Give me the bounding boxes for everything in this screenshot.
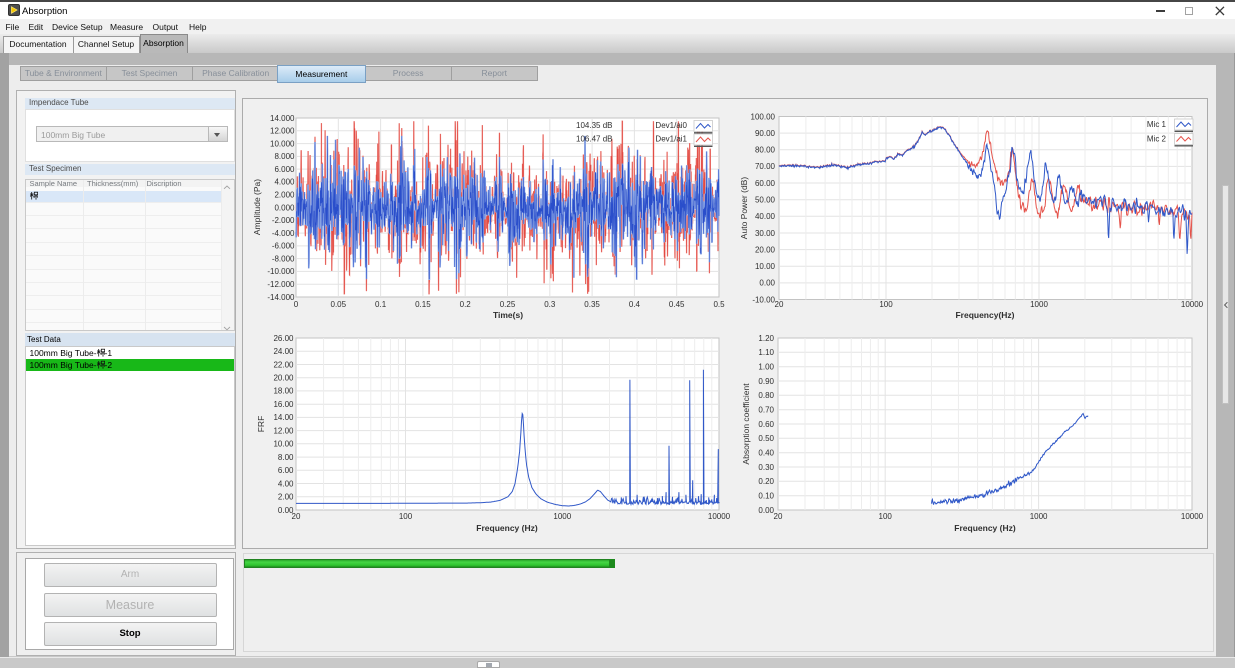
- svg-text:20.00: 20.00: [273, 374, 294, 383]
- svg-text:0.05: 0.05: [331, 300, 347, 309]
- svg-text:4.000: 4.000: [274, 178, 295, 187]
- svg-text:0.35: 0.35: [584, 300, 600, 309]
- svg-text:-10.000: -10.000: [267, 267, 295, 276]
- svg-text:26.00: 26.00: [273, 334, 294, 343]
- svg-text:1000: 1000: [1030, 300, 1048, 309]
- svg-text:0.1: 0.1: [375, 300, 387, 309]
- svg-text:20: 20: [292, 512, 301, 521]
- svg-text:0.00: 0.00: [759, 279, 775, 288]
- svg-text:40.00: 40.00: [755, 212, 776, 221]
- svg-text:70.00: 70.00: [755, 162, 776, 171]
- svg-text:12.00: 12.00: [273, 426, 294, 435]
- svg-text:10000: 10000: [708, 512, 731, 521]
- svg-text:20: 20: [774, 512, 783, 521]
- svg-text:-10.00: -10.00: [752, 295, 775, 304]
- svg-text:8.000: 8.000: [274, 152, 295, 161]
- svg-text:Dev1/ai0: Dev1/ai0: [655, 121, 687, 130]
- svg-text:0.15: 0.15: [415, 300, 431, 309]
- svg-text:Absorption coefficient: Absorption coefficient: [741, 383, 751, 465]
- svg-text:Frequency (Hz): Frequency (Hz): [954, 523, 1016, 533]
- svg-text:0.60: 0.60: [758, 420, 774, 429]
- svg-text:14.000: 14.000: [270, 114, 295, 123]
- svg-text:Frequency (Hz): Frequency (Hz): [476, 523, 538, 533]
- svg-text:24.00: 24.00: [273, 347, 294, 356]
- svg-text:Dev1/ai1: Dev1/ai1: [655, 135, 687, 144]
- svg-text:1.20: 1.20: [758, 334, 774, 343]
- svg-text:1000: 1000: [1030, 512, 1048, 521]
- svg-text:0.2: 0.2: [460, 300, 472, 309]
- svg-text:16.00: 16.00: [273, 400, 294, 409]
- svg-text:20.00: 20.00: [755, 245, 776, 254]
- svg-text:Auto Power (dB): Auto Power (dB): [739, 177, 749, 240]
- svg-text:10000: 10000: [1181, 512, 1204, 521]
- svg-text:0.50: 0.50: [758, 434, 774, 443]
- svg-text:0.70: 0.70: [758, 406, 774, 415]
- svg-text:100: 100: [879, 300, 893, 309]
- svg-text:-12.000: -12.000: [267, 280, 295, 289]
- svg-text:-6.000: -6.000: [272, 242, 295, 251]
- svg-text:6.000: 6.000: [274, 165, 295, 174]
- svg-text:2.00: 2.00: [278, 493, 294, 502]
- svg-text:100: 100: [399, 512, 413, 521]
- svg-text:0.00: 0.00: [758, 506, 774, 515]
- svg-text:12.000: 12.000: [270, 127, 295, 136]
- svg-text:0.3: 0.3: [544, 300, 556, 309]
- svg-text:50.00: 50.00: [755, 196, 776, 205]
- svg-text:10.00: 10.00: [273, 440, 294, 449]
- svg-text:106.47 dB: 106.47 dB: [576, 135, 612, 144]
- svg-text:0.40: 0.40: [758, 449, 774, 458]
- svg-text:22.00: 22.00: [273, 360, 294, 369]
- svg-text:80.00: 80.00: [755, 146, 776, 155]
- svg-text:18.00: 18.00: [273, 387, 294, 396]
- svg-text:14.00: 14.00: [273, 413, 294, 422]
- svg-text:0.25: 0.25: [500, 300, 516, 309]
- svg-text:8.00: 8.00: [278, 453, 294, 462]
- svg-text:60.00: 60.00: [755, 179, 776, 188]
- svg-text:0.4: 0.4: [629, 300, 641, 309]
- svg-text:-8.000: -8.000: [272, 254, 295, 263]
- svg-text:90.00: 90.00: [755, 129, 776, 138]
- svg-text:30.00: 30.00: [755, 229, 776, 238]
- svg-text:Amplitude (Pa): Amplitude (Pa): [252, 179, 262, 235]
- svg-text:0.45: 0.45: [669, 300, 685, 309]
- svg-text:1000: 1000: [553, 512, 571, 521]
- svg-text:0.80: 0.80: [758, 391, 774, 400]
- svg-text:4.00: 4.00: [278, 479, 294, 488]
- svg-text:-14.000: -14.000: [267, 293, 295, 302]
- svg-text:-4.000: -4.000: [272, 229, 295, 238]
- svg-text:10000: 10000: [1181, 300, 1204, 309]
- svg-text:FRF: FRF: [256, 416, 266, 433]
- svg-text:100.00: 100.00: [751, 112, 776, 121]
- svg-text:0.20: 0.20: [758, 477, 774, 486]
- svg-text:10.000: 10.000: [270, 139, 295, 148]
- svg-text:2.000: 2.000: [274, 191, 295, 200]
- svg-text:0.90: 0.90: [758, 377, 774, 386]
- svg-text:100: 100: [879, 512, 893, 521]
- svg-text:20: 20: [775, 300, 784, 309]
- svg-text:0.000: 0.000: [274, 203, 295, 212]
- svg-text:Mic 2: Mic 2: [1147, 135, 1167, 144]
- svg-text:0.10: 0.10: [758, 492, 774, 501]
- svg-text:-2.000: -2.000: [272, 216, 295, 225]
- svg-text:Frequency(Hz): Frequency(Hz): [955, 310, 1014, 320]
- svg-text:0.30: 0.30: [758, 463, 774, 472]
- svg-text:Mic 1: Mic 1: [1147, 120, 1167, 129]
- svg-text:1.10: 1.10: [758, 348, 774, 357]
- svg-text:104.35 dB: 104.35 dB: [576, 121, 612, 130]
- svg-text:10.00: 10.00: [755, 262, 776, 271]
- svg-text:6.00: 6.00: [278, 466, 294, 475]
- svg-text:Time(s): Time(s): [493, 310, 523, 320]
- svg-text:0: 0: [294, 300, 299, 309]
- svg-text:1.00: 1.00: [758, 363, 774, 372]
- svg-text:0.5: 0.5: [713, 300, 725, 309]
